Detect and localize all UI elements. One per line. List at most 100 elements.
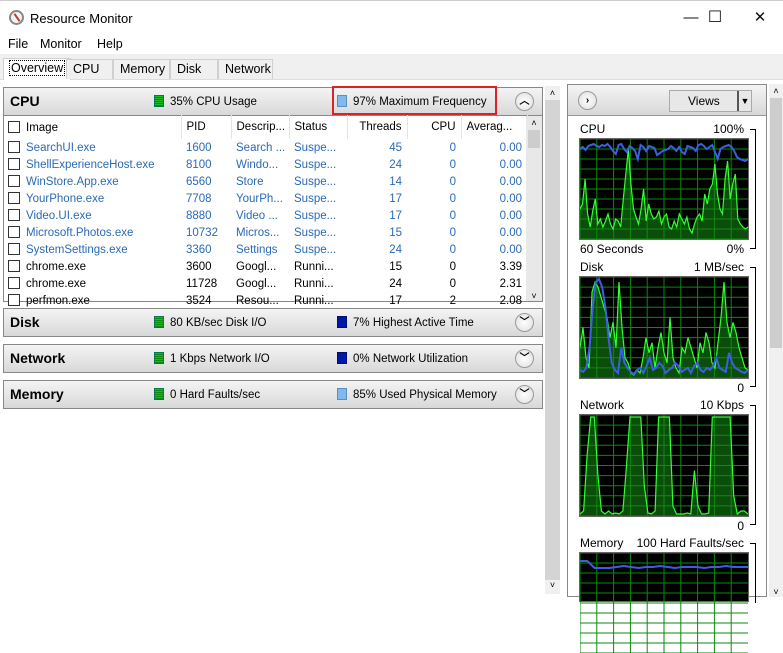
maximize-button[interactable]: ☐ — [692, 1, 738, 35]
tab-cpu[interactable]: CPU — [66, 59, 113, 79]
network-section-header[interactable]: Network 1 Kbps Network I/O 0% Network Ut… — [3, 344, 543, 373]
column-average[interactable]: Averag... — [461, 115, 528, 139]
row-checkbox[interactable] — [8, 141, 20, 153]
views-label: Views — [688, 94, 720, 108]
column-description[interactable]: Descrip... — [231, 115, 290, 139]
scroll-thumb[interactable] — [770, 98, 782, 348]
table-row[interactable]: ShellExperienceHost.exe 8100 Windo... Suspe… — [3, 156, 527, 173]
cell-avg-text: 0.00 — [499, 175, 522, 188]
table-row[interactable]: Microsoft.Photos.exe 10732 Micros... Suspe.… — [3, 224, 527, 241]
cell-image-text: WinStore.App.exe — [26, 176, 119, 188]
menu-file[interactable]: File — [8, 37, 28, 51]
table-row[interactable]: YourPhone.exe 7708 YourPh... Suspe... 17 0 0.0… — [3, 190, 527, 207]
cell-cpu-text: 0 — [449, 209, 456, 222]
scroll-down-arrow-icon[interactable]: ˅ — [526, 291, 542, 301]
row-checkbox[interactable] — [8, 243, 20, 255]
scroll-up-arrow-icon[interactable]: ˄ — [545, 86, 560, 100]
row-checkbox[interactable] — [8, 294, 20, 306]
tab-overview[interactable]: Overview — [3, 58, 72, 80]
expand-chevron-down-icon[interactable]: ﹀ — [515, 385, 534, 404]
expand-chevron-down-icon[interactable]: ﹀ — [515, 313, 534, 332]
cell-avg-text: 0.00 — [499, 158, 522, 171]
row-checkbox[interactable] — [8, 192, 20, 204]
cell-image: SearchUI.exe — [3, 139, 181, 156]
memory-faults-text: 0 Hard Faults/sec — [170, 389, 261, 401]
cell-pid-text: 11728 — [186, 277, 218, 290]
cell-image-text: Video.UI.exe — [26, 210, 92, 222]
cell-desc-text: Windo... — [236, 158, 279, 171]
select-all-checkbox[interactable] — [8, 120, 20, 133]
cell-image-text: YourPhone.exe — [26, 193, 105, 205]
cell-image: SystemSettings.exe — [3, 241, 181, 258]
menu-monitor[interactable]: Monitor — [40, 37, 82, 51]
collapse-pane-chevron-right-icon[interactable]: › — [578, 91, 597, 110]
row-checkbox[interactable] — [8, 158, 20, 170]
expand-chevron-down-icon[interactable]: ﹀ — [515, 349, 534, 368]
menu-help[interactable]: Help — [97, 37, 123, 51]
cell-desc: YourPh... — [231, 190, 289, 207]
cell-pid: 10732 — [181, 224, 231, 241]
column-threads[interactable]: Threads — [347, 115, 408, 139]
views-dropdown[interactable]: Views ▼ — [669, 90, 752, 112]
scroll-up-arrow-icon[interactable]: ˄ — [769, 84, 783, 98]
graphs-pane-scrollbar[interactable]: ˄ ˅ — [769, 84, 783, 597]
cell-desc: Video ... — [231, 207, 289, 224]
table-row[interactable]: chrome.exe 3600 Googl... Runni... 15 0 3.39 — [3, 258, 527, 275]
cell-avg: 3.39 — [461, 258, 527, 275]
network-graph-min: 0 — [737, 519, 744, 533]
scroll-up-arrow-icon[interactable]: ˄ — [526, 116, 542, 130]
table-row[interactable]: chrome.exe 11728 Googl... Runni... 24 0 2.31 — [3, 275, 527, 292]
row-checkbox[interactable] — [8, 209, 20, 221]
column-pid[interactable]: PID — [181, 115, 232, 139]
left-pane-scrollbar[interactable]: ˄ ˅ — [545, 86, 560, 594]
cell-status-text: Suspe... — [294, 209, 337, 222]
cell-cpu-text: 0 — [449, 175, 456, 188]
column-image[interactable]: Image — [3, 115, 182, 139]
network-util-indicator: 0% Network Utilization — [337, 352, 468, 365]
column-status[interactable]: Status — [289, 115, 348, 139]
cell-status: Suspe... — [289, 207, 347, 224]
process-table-scrollbar[interactable]: ˄ ˅ — [526, 116, 542, 301]
network-io-indicator: 1 Kbps Network I/O — [154, 352, 270, 365]
cell-desc: Search ... — [231, 139, 289, 156]
memory-section-header[interactable]: Memory 0 Hard Faults/sec 85% Used Physic… — [3, 380, 543, 409]
disk-section-header[interactable]: Disk 80 KB/sec Disk I/O 7% Highest Activ… — [3, 308, 543, 337]
row-checkbox[interactable] — [8, 277, 20, 289]
cell-avg-text: 2.08 — [499, 294, 522, 307]
row-checkbox[interactable] — [8, 226, 20, 238]
cell-avg-text: 0.00 — [499, 209, 522, 222]
cell-threads-text: 14 — [389, 175, 402, 188]
cell-desc-text: YourPh... — [236, 192, 283, 205]
row-checkbox[interactable] — [8, 175, 20, 187]
cell-cpu: 0 — [407, 156, 461, 173]
collapse-chevron-up-icon[interactable]: ︿ — [515, 92, 534, 111]
table-row[interactable]: SystemSettings.exe 3360 Settings Suspe... 24… — [3, 241, 527, 258]
cell-threads-text: 15 — [389, 260, 402, 273]
scroll-thumb[interactable] — [528, 130, 540, 148]
tab-disk[interactable]: Disk — [170, 59, 218, 79]
memory-used-text: 85% Used Physical Memory — [353, 389, 497, 401]
cell-pid: 8100 — [181, 156, 231, 173]
cell-desc-text: Googl... — [236, 277, 277, 290]
cell-status-text: Runni... — [294, 277, 334, 290]
table-row[interactable]: perfmon.exe 3524 Resou... Runni... 17 2 2.08 — [3, 292, 527, 309]
table-row[interactable]: WinStore.App.exe 6560 Store Suspe... 14 0 0.00 — [3, 173, 527, 190]
tab-network[interactable]: Network — [218, 59, 273, 79]
green-swatch-icon — [154, 316, 164, 328]
window-title: Resource Monitor — [30, 11, 133, 26]
table-row[interactable]: SearchUI.exe 1600 Search ... Suspe... 45 0 0.0… — [3, 139, 527, 156]
column-image-label: Image — [26, 121, 58, 134]
column-cpu[interactable]: CPU — [407, 115, 462, 139]
scroll-down-arrow-icon[interactable]: ˅ — [769, 587, 783, 597]
tab-memory[interactable]: Memory — [113, 59, 170, 79]
cell-pid: 11728 — [181, 275, 231, 292]
table-row[interactable]: Video.UI.exe 8880 Video ... Suspe... 17 0 0.00 — [3, 207, 527, 224]
row-checkbox[interactable] — [8, 260, 20, 272]
cell-threads: 24 — [347, 156, 407, 173]
close-button[interactable]: ✕ — [737, 1, 783, 35]
cell-desc-text: Micros... — [236, 226, 280, 239]
cell-pid: 3524 — [181, 292, 231, 309]
scroll-down-arrow-icon[interactable]: ˅ — [545, 580, 560, 594]
cell-cpu-text: 0 — [449, 226, 456, 239]
cell-status-text: Suspe... — [294, 192, 337, 205]
